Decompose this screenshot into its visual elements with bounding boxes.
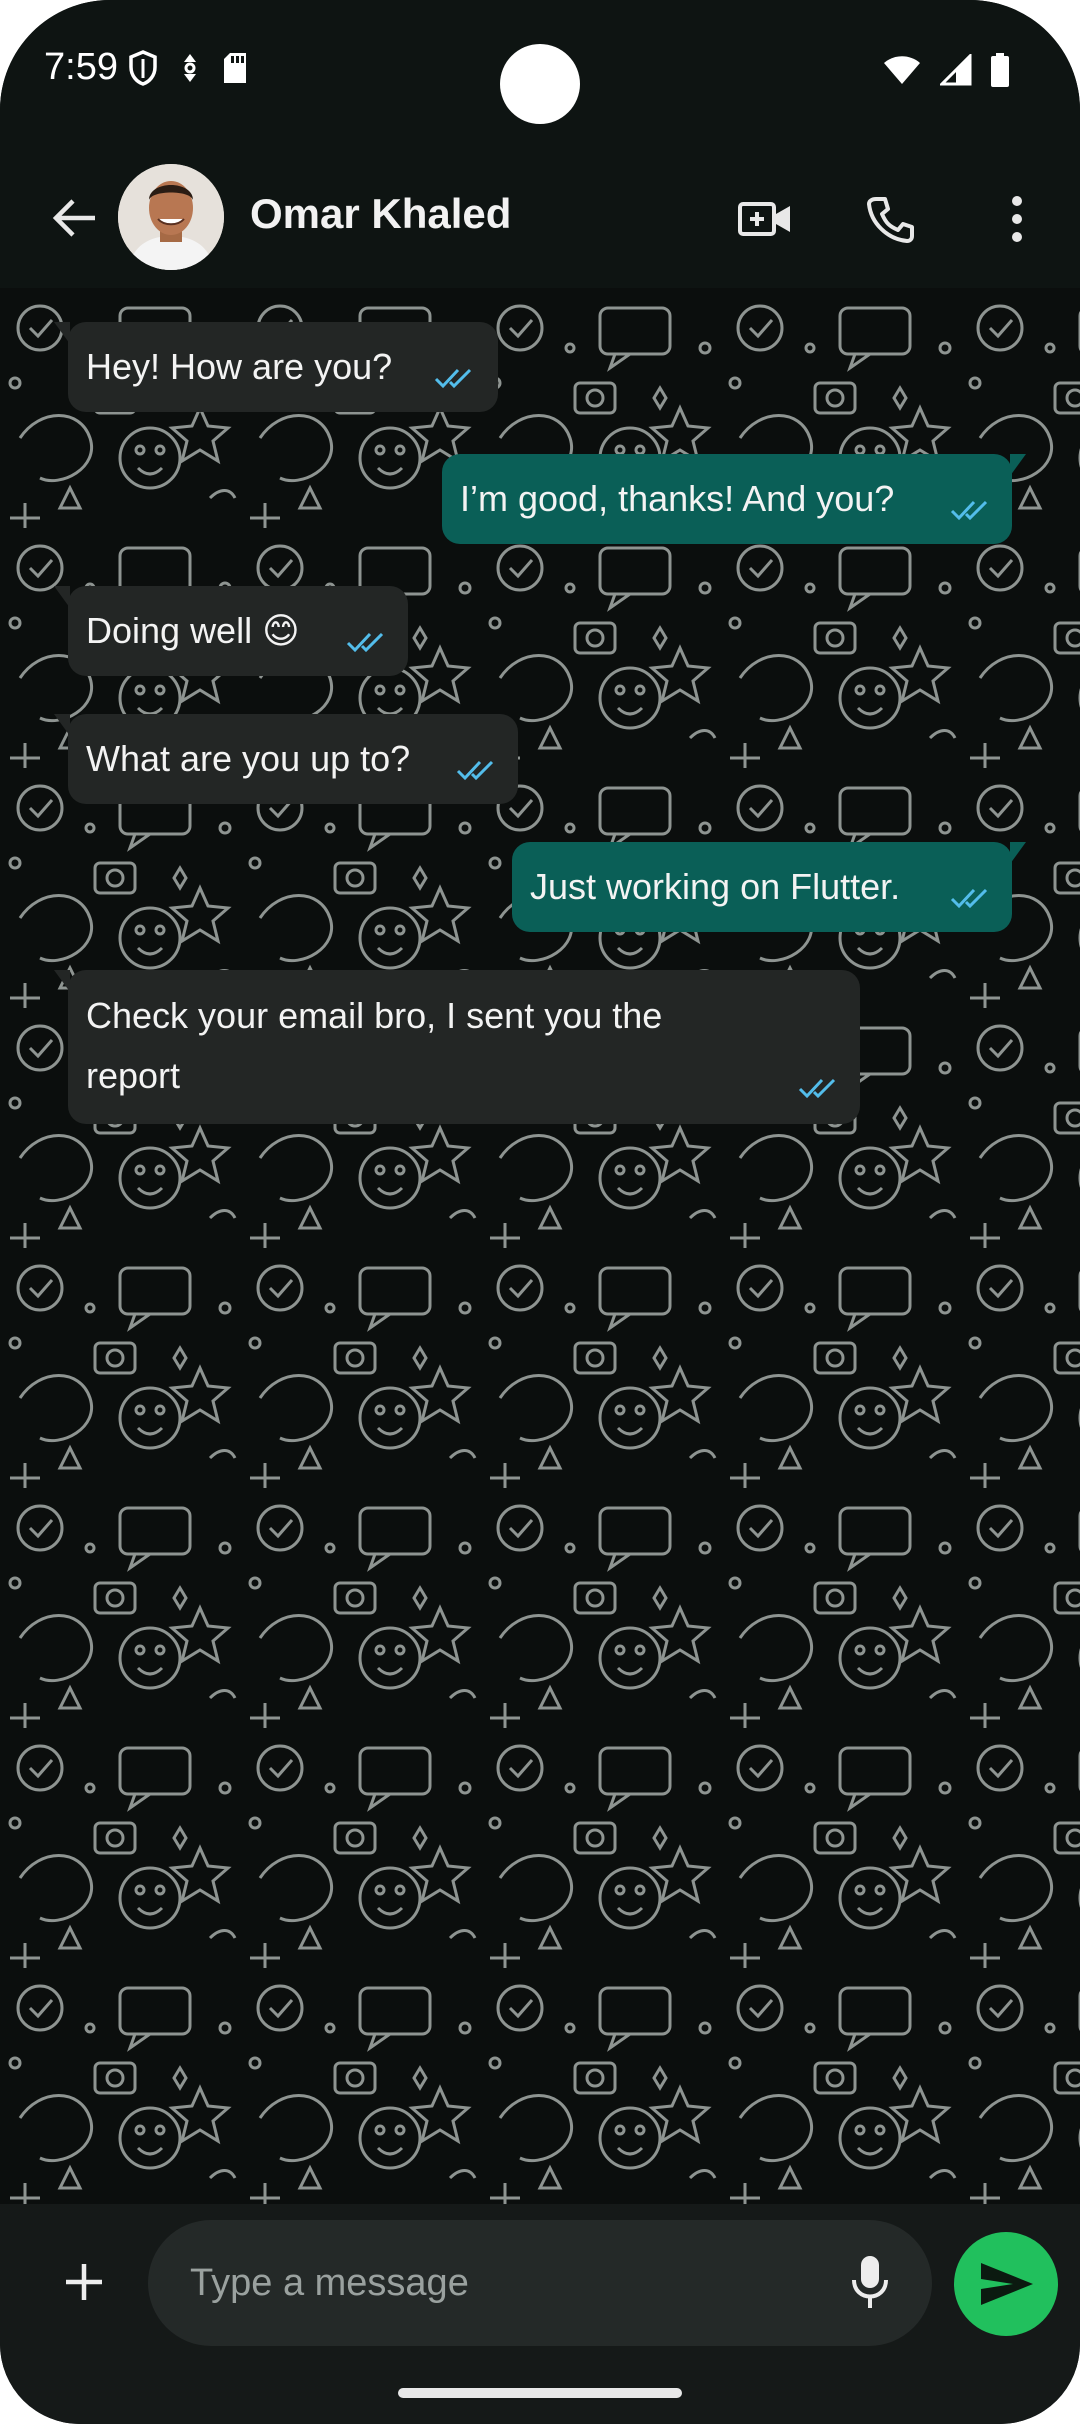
- message-text: Doing well 😊: [86, 610, 300, 651]
- message-bubble-incoming[interactable]: Doing well 😊: [54, 586, 408, 676]
- read-ticks-icon: [798, 1078, 836, 1099]
- system-nav-bar: [0, 2360, 1080, 2424]
- read-ticks-icon: [456, 760, 494, 781]
- voice-message-button[interactable]: [840, 2244, 900, 2320]
- signal-icon: [938, 52, 972, 91]
- more-options-button[interactable]: [982, 184, 1052, 254]
- status-bar: 7:59: [0, 0, 1080, 150]
- more-vert-icon: [1012, 196, 1022, 242]
- plus-icon: [66, 2264, 102, 2300]
- chat-header: Omar Khaled: [0, 150, 1080, 288]
- back-button[interactable]: [44, 188, 104, 248]
- message-composer: Type a message: [0, 2204, 1080, 2360]
- message-bubble-outgoing[interactable]: I’m good, thanks! And you?: [442, 454, 1026, 544]
- home-indicator[interactable]: [398, 2388, 682, 2398]
- message-text: Just working on Flutter.: [530, 866, 901, 907]
- avatar[interactable]: [118, 164, 224, 270]
- message-input[interactable]: Type a message: [148, 2220, 932, 2346]
- doodle-wallpaper: [0, 288, 1080, 2204]
- chat-area[interactable]: Hey! How are you? I’m good, thanks! And …: [0, 288, 1080, 2204]
- read-ticks-icon: [434, 368, 472, 389]
- status-time: 7:59: [44, 46, 118, 88]
- voice-call-button[interactable]: [856, 184, 926, 254]
- message-bubble-incoming[interactable]: Check your email bro, I sent you the rep…: [54, 970, 860, 1124]
- status-icons-left: [128, 50, 248, 91]
- contact-name[interactable]: Omar Khaled: [250, 190, 511, 238]
- message-bubble-incoming[interactable]: Hey! How are you?: [54, 322, 498, 412]
- read-ticks-icon: [346, 632, 384, 653]
- message-text: What are you up to?: [86, 738, 411, 779]
- message-text-line-1: Check your email bro, I sent you the: [86, 995, 663, 1036]
- status-icons-right: [882, 52, 1010, 93]
- attach-button[interactable]: [52, 2250, 116, 2314]
- phone-screen: 7:59 Omar Khaled Hey! How are you? I’m g…: [0, 0, 1080, 2424]
- wifi-icon: [882, 54, 922, 91]
- read-ticks-icon: [950, 500, 988, 521]
- message-input-placeholder: Type a message: [190, 2262, 469, 2304]
- message-text: I’m good, thanks! And you?: [460, 478, 895, 519]
- sd-card-icon: [222, 51, 248, 90]
- message-text: Hey! How are you?: [86, 346, 393, 387]
- phone-icon: [867, 197, 914, 243]
- battery-icon: [990, 52, 1010, 93]
- video-call-button[interactable]: [730, 184, 800, 254]
- send-button[interactable]: [954, 2232, 1058, 2336]
- read-ticks-icon: [950, 888, 988, 909]
- camera-cutout: [500, 44, 580, 124]
- send-icon: [981, 2263, 1033, 2305]
- message-bubble-incoming[interactable]: What are you up to?: [54, 714, 518, 804]
- shield-icon: [128, 50, 158, 91]
- mic-icon: [852, 2256, 888, 2308]
- message-text-line-2: report: [86, 1055, 181, 1096]
- data-saver-icon: [176, 50, 204, 91]
- arrow-back-icon: [52, 199, 95, 237]
- video-call-icon: [738, 202, 790, 236]
- message-bubble-outgoing[interactable]: Just working on Flutter.: [512, 842, 1026, 932]
